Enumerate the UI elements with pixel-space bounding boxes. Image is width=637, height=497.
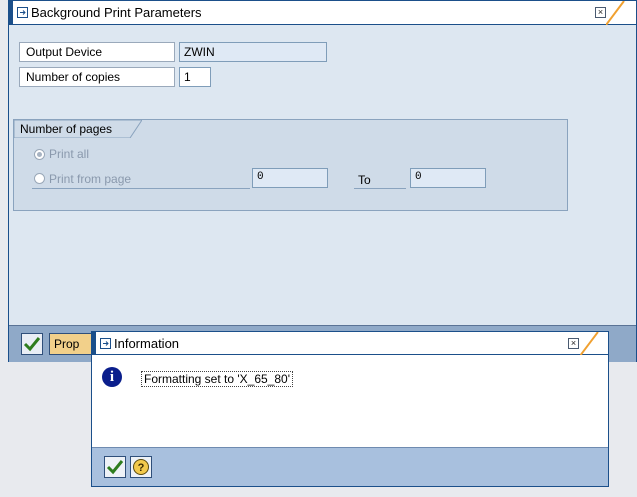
dialog-body: Output Device ZWIN Number of copies 1 Nu… [9,25,636,325]
close-icon[interactable]: × [568,338,579,349]
titlebar-accent [9,1,13,25]
to-label-underline [354,188,406,189]
print-from-row-underline [32,188,250,189]
info-help-button[interactable]: ? [130,456,152,478]
properties-button-label: Prop [54,337,80,351]
info-continue-button[interactable] [104,456,126,478]
dialog-title: Background Print Parameters [31,5,202,20]
title-accent-stripe [580,332,599,355]
dialog-titlebar[interactable]: Background Print Parameters × [9,1,636,25]
continue-button[interactable] [21,333,43,355]
check-icon [106,460,124,475]
window-icon [100,338,111,349]
info-dialog-title: Information [114,336,180,351]
print-from-page-label: Print from page [49,172,132,186]
group-title: Number of pages [20,122,113,136]
output-device-label: Output Device [26,45,103,59]
to-page-input[interactable]: 0 [410,168,486,188]
number-of-pages-group: Number of pages Print all Print from pag… [13,119,568,211]
to-label: To [358,173,371,187]
title-accent-stripe [606,1,625,25]
number-of-copies-label-box: Number of copies [19,67,175,87]
info-titlebar-accent [92,332,96,355]
from-page-input[interactable]: 0 [252,168,328,188]
info-body: i Formatting set to 'X_65_80' [92,355,608,447]
number-of-copies-input[interactable]: 1 [179,67,211,87]
number-of-copies-label: Number of copies [26,70,121,84]
information-dialog: Information × i Formatting set to 'X_65_… [91,331,609,487]
output-device-input[interactable]: ZWIN [179,42,327,62]
info-footer-toolbar: ? [92,447,608,486]
info-icon: i [102,367,122,387]
close-icon[interactable]: × [595,7,606,18]
print-all-radio[interactable] [34,149,45,160]
background-print-parameters-dialog: Background Print Parameters × Output Dev… [8,0,637,362]
svg-text:?: ? [138,462,145,474]
info-message: Formatting set to 'X_65_80' [141,371,293,387]
info-titlebar[interactable]: Information × [92,332,608,355]
check-icon [23,337,41,352]
help-icon: ? [133,459,149,475]
window-icon [17,7,28,18]
print-all-label: Print all [49,147,90,161]
output-device-label-box: Output Device [19,42,175,62]
print-from-page-radio[interactable] [34,173,45,184]
